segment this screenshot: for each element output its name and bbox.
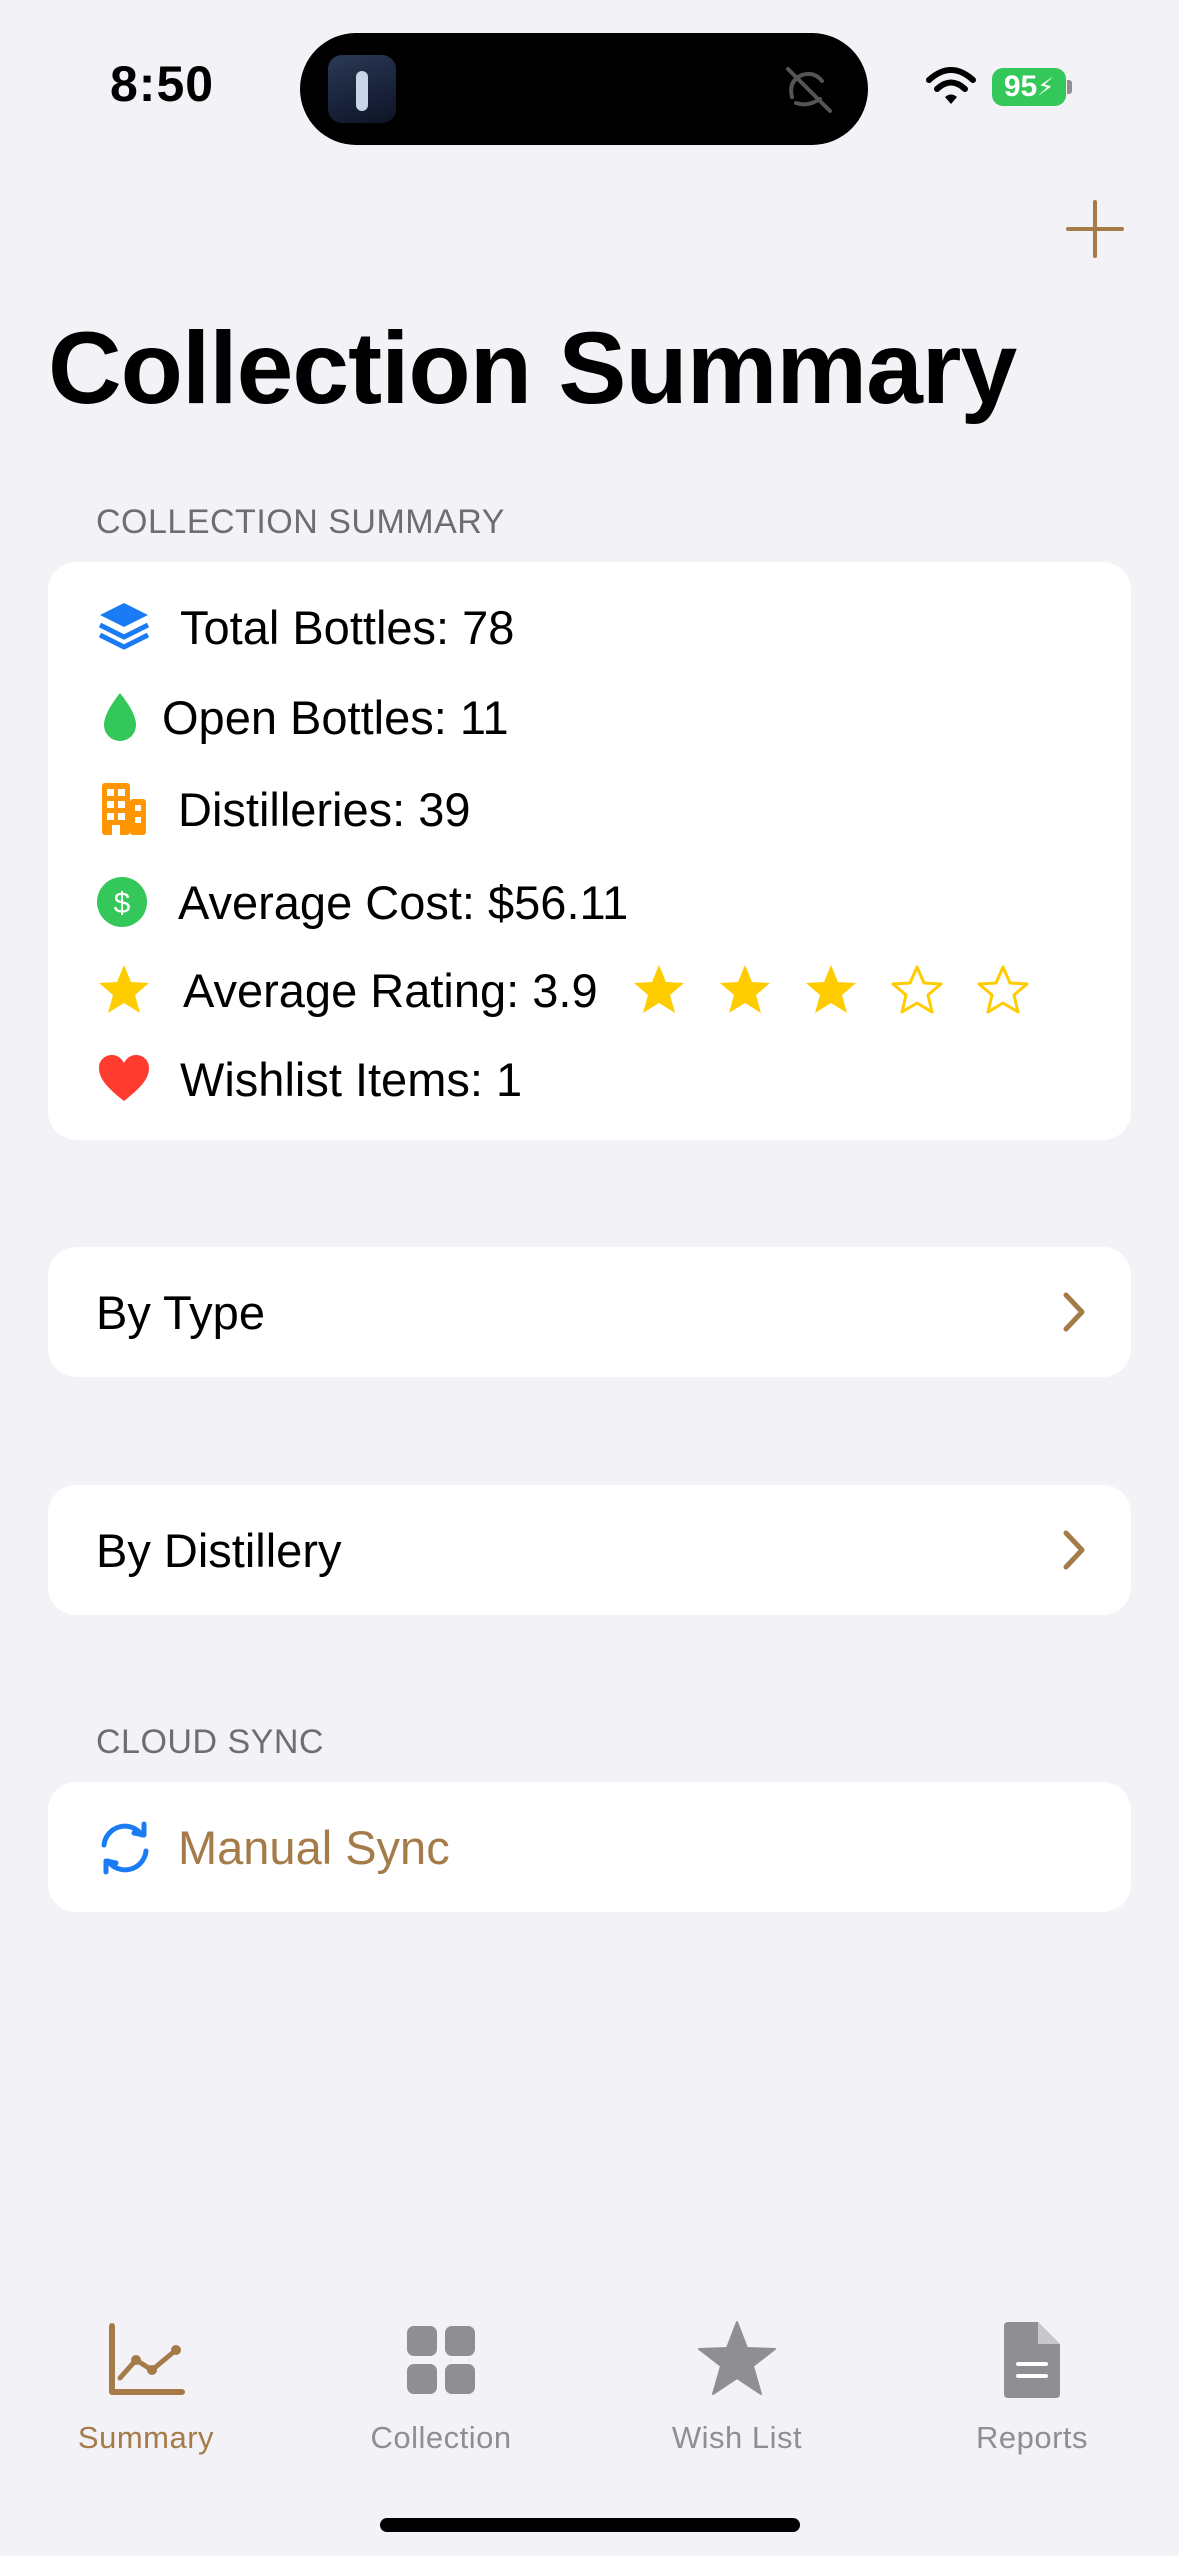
collection-summary-card: Total Bottles: 78 Open Bottles: 11 Disti… (48, 562, 1131, 1140)
stack-icon (98, 603, 150, 650)
battery-level: 95 (1003, 70, 1038, 103)
tab-summary[interactable]: Summary (36, 2320, 256, 2470)
manual-sync-label: Manual Sync (178, 1820, 450, 1874)
tab-summary-label: Summary (77, 2420, 215, 2455)
now-playing-thumbnail (328, 55, 396, 123)
wifi-icon (926, 67, 976, 104)
star-filled-icon (616, 960, 702, 1020)
star-icon (698, 2321, 776, 2395)
cloud-sync-header: CLOUD SYNC (96, 1723, 324, 1761)
grid-icon (407, 2326, 475, 2394)
star-icon (99, 965, 149, 1013)
tab-reports-label: Reports (975, 2420, 1089, 2455)
average-rating-text: Average Rating: 3.9 (183, 963, 598, 1017)
dollar-icon: $ (97, 877, 147, 927)
wishlist-items-text: Wishlist Items: 1 (180, 1052, 523, 1106)
battery-indicator: 95 ⚡ (992, 68, 1066, 106)
star-empty-icon (960, 960, 1046, 1020)
add-button[interactable] (1064, 198, 1126, 260)
by-type-label: By Type (96, 1285, 265, 1339)
star-empty-icon (874, 960, 960, 1020)
tab-bar: Summary Collection Wish List Reports (0, 2290, 1179, 2556)
building-icon (102, 783, 146, 835)
by-distillery-label: By Distillery (96, 1523, 342, 1577)
tab-wish-list-label: Wish List (671, 2420, 803, 2455)
drop-icon (104, 693, 136, 741)
chart-icon (109, 2323, 185, 2395)
tab-wish-list[interactable]: Wish List (627, 2320, 847, 2470)
status-time: 8:50 (110, 56, 215, 112)
total-bottles-text: Total Bottles: 78 (180, 600, 515, 654)
star-filled-icon (702, 960, 788, 1020)
chevron-right-icon (1063, 1292, 1085, 1332)
tab-collection-label: Collection (370, 2420, 512, 2455)
muted-activity-icon (786, 67, 832, 113)
sync-icon (101, 1821, 149, 1875)
collection-summary-header: COLLECTION SUMMARY (96, 503, 505, 541)
open-bottles-text: Open Bottles: 11 (162, 690, 509, 744)
dynamic-island (300, 33, 868, 145)
rating-stars (616, 960, 1046, 1020)
heart-icon (99, 1055, 149, 1101)
chevron-right-icon (1063, 1530, 1085, 1570)
status-bar: 8:50 95 ⚡ (0, 0, 1179, 170)
document-icon (1004, 2322, 1060, 2398)
svg-text:$: $ (114, 887, 131, 920)
tab-collection[interactable]: Collection (331, 2320, 551, 2470)
by-distillery-row[interactable]: By Distillery (48, 1485, 1131, 1615)
by-type-row[interactable]: By Type (48, 1247, 1131, 1377)
average-cost-text: Average Cost: $56.11 (178, 875, 629, 929)
home-indicator (380, 2518, 800, 2532)
tab-reports[interactable]: Reports (922, 2320, 1142, 2470)
battery-tip (1067, 80, 1072, 94)
charging-bolt-icon: ⚡ (1037, 73, 1055, 101)
star-filled-icon (788, 960, 874, 1020)
manual-sync-button[interactable]: Manual Sync (48, 1782, 1131, 1912)
page-title: Collection Summary (48, 311, 1017, 425)
distilleries-text: Distilleries: 39 (178, 782, 471, 836)
plus-icon (1066, 200, 1124, 258)
